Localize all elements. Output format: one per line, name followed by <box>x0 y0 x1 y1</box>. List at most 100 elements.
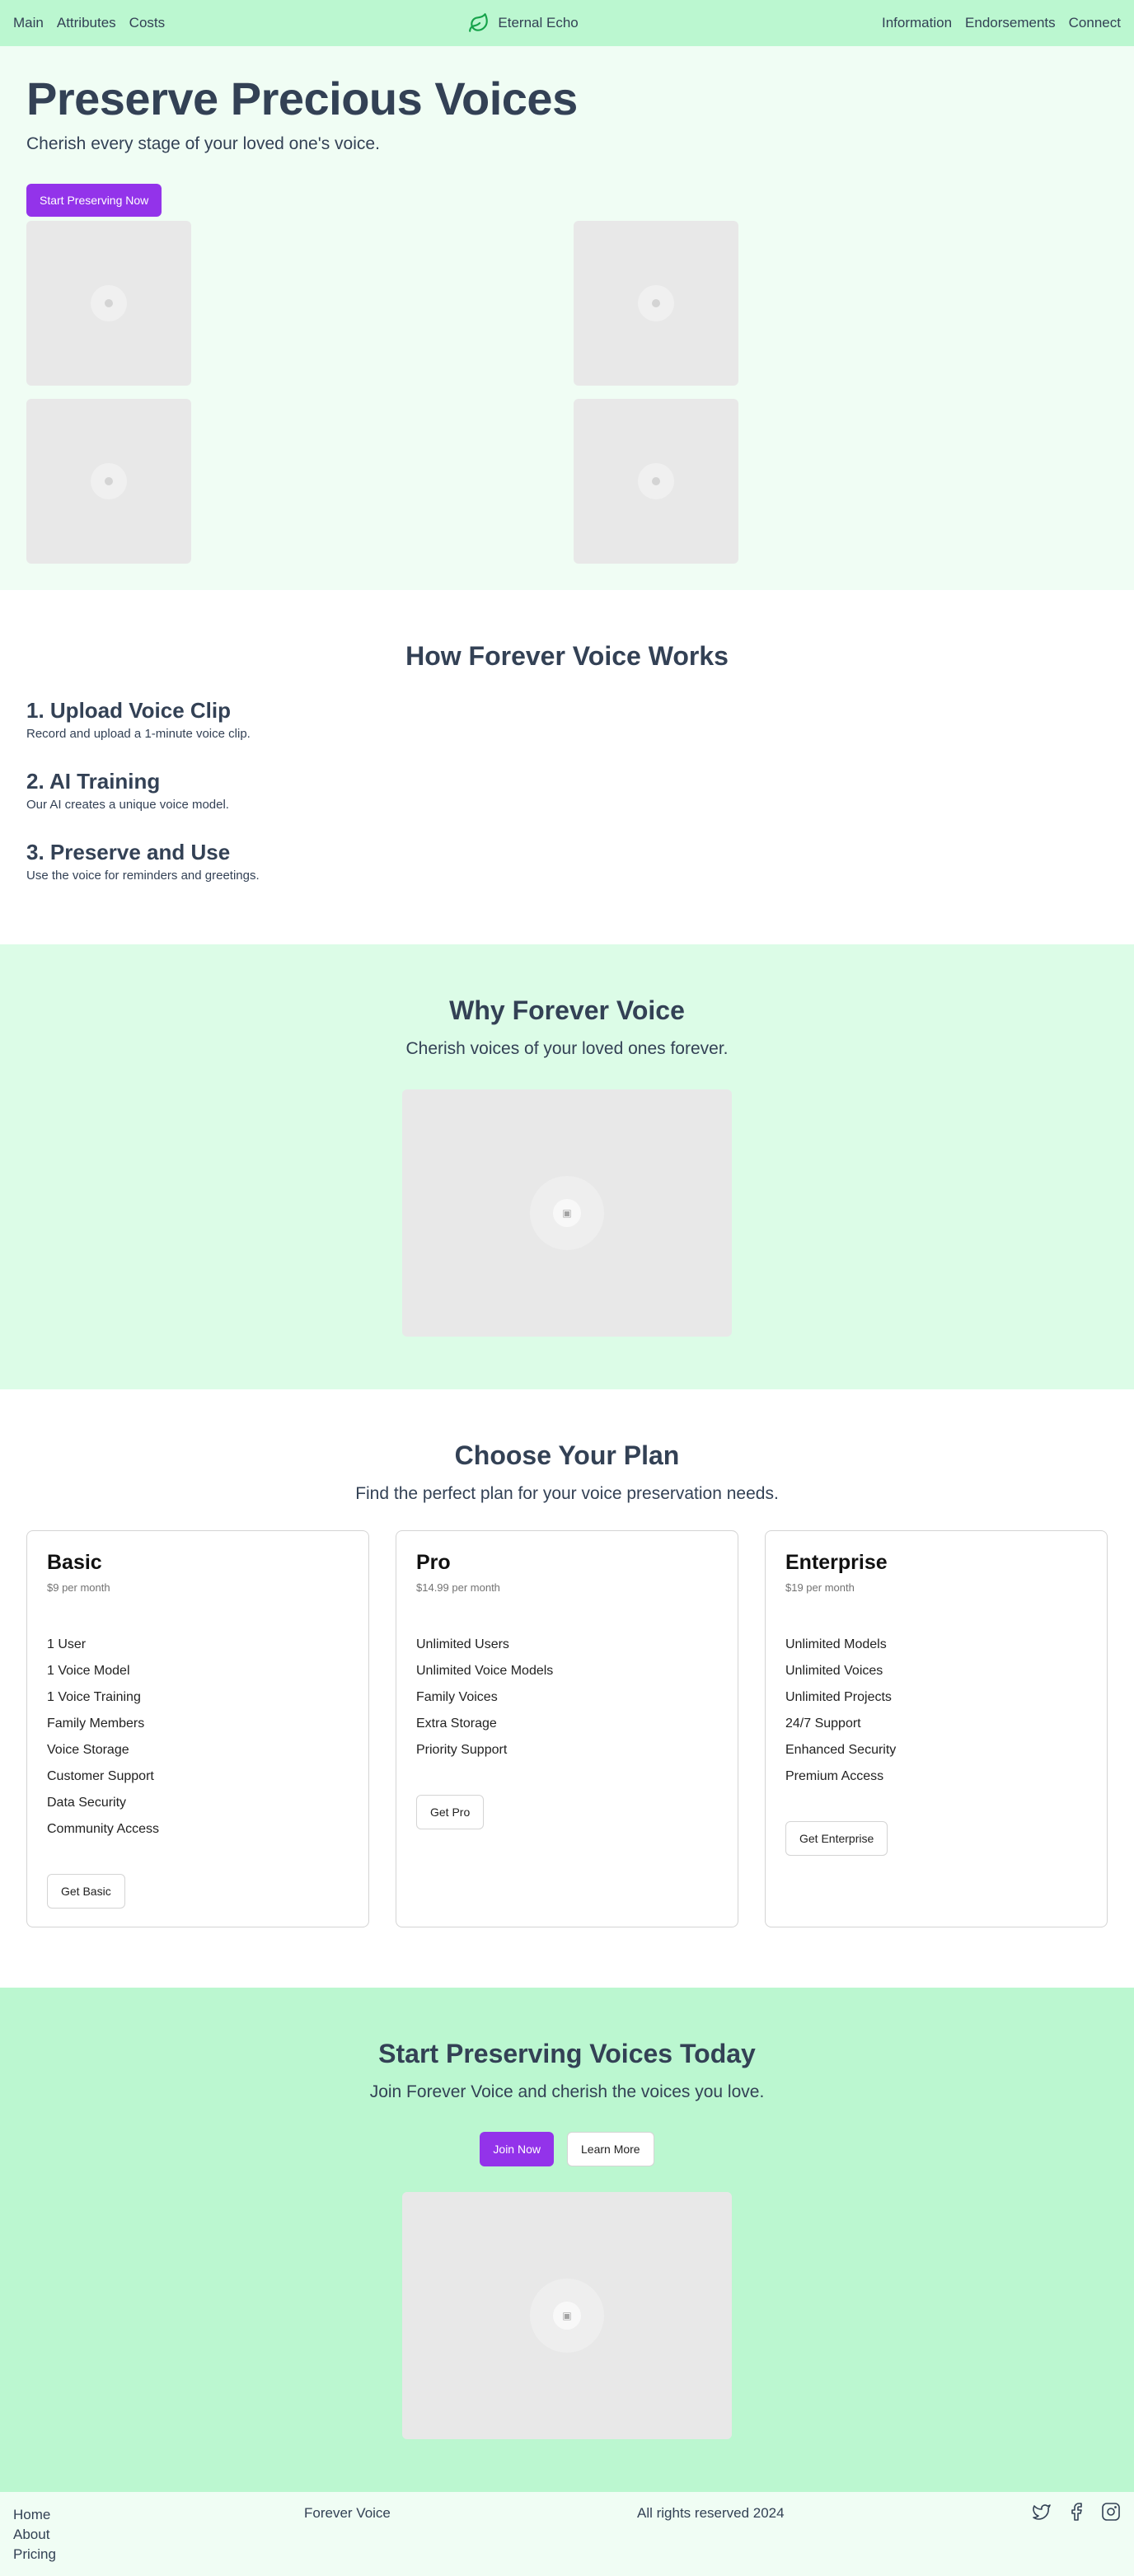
plan-feature: Unlimited Projects <box>785 1690 892 1704</box>
plan-cards: Basic $9 per month 1 User 1 Voice Model … <box>0 1530 1134 1927</box>
step-item: 2. AI Training Our AI creates a unique v… <box>26 769 1108 812</box>
step-text: Record and upload a 1-minute voice clip. <box>26 727 251 741</box>
plan-features: Unlimited Models Unlimited Voices Unlimi… <box>785 1632 1087 1790</box>
hero-image-placeholder-4 <box>574 399 738 564</box>
plan-feature: 1 Voice Training <box>47 1690 141 1704</box>
plan-feature: 24/7 Support <box>785 1717 861 1731</box>
plan-feature: Enhanced Security <box>785 1743 897 1757</box>
hero-image-placeholder-3 <box>26 399 191 564</box>
pricing-section: Choose Your Plan Find the perfect plan f… <box>0 1389 1134 1988</box>
plans-title: Choose Your Plan <box>454 1440 680 1470</box>
social-links <box>1032 2502 1121 2522</box>
nav-left-links: Main Attributes Costs <box>13 15 165 31</box>
plan-feature: Unlimited Models <box>785 1637 887 1651</box>
footer-brand: Forever Voice <box>304 2505 391 2521</box>
join-now-button[interactable]: Join Now <box>480 2132 554 2166</box>
instagram-icon[interactable] <box>1101 2502 1121 2522</box>
plan-card-enterprise: Enterprise $19 per month Unlimited Model… <box>765 1530 1108 1927</box>
brand[interactable]: Eternal Echo <box>468 12 579 34</box>
brand-name: Eternal Echo <box>498 15 579 30</box>
plan-features: 1 User 1 Voice Model 1 Voice Training Fa… <box>47 1632 349 1843</box>
plan-card-pro: Pro $14.99 per month Unlimited Users Unl… <box>396 1530 738 1927</box>
plan-feature: Community Access <box>47 1822 160 1836</box>
step-title: 1. Upload Voice Clip <box>26 698 232 723</box>
nav-link-information[interactable]: Information <box>882 15 952 31</box>
plans-subtitle: Find the perfect plan for your voice pre… <box>355 1484 779 1503</box>
plan-feature: Customer Support <box>47 1769 154 1783</box>
plan-feature: Family Members <box>47 1717 145 1731</box>
plan-price: $14.99 per month <box>416 1581 500 1594</box>
twitter-icon[interactable] <box>1032 2502 1052 2522</box>
plan-card-basic: Basic $9 per month 1 User 1 Voice Model … <box>26 1530 369 1927</box>
cta-title: Start Preserving Voices Today <box>378 2039 756 2068</box>
copyright-text: All rights reserved 2024 <box>637 2505 785 2521</box>
top-nav: Main Attributes Costs Eternal Echo Infor… <box>0 0 1134 46</box>
step-text: Use the voice for reminders and greeting… <box>26 869 260 883</box>
plan-feature: Unlimited Users <box>416 1637 509 1651</box>
why-title: Why Forever Voice <box>449 995 685 1025</box>
get-enterprise-button[interactable]: Get Enterprise <box>785 1821 888 1856</box>
image-placeholder-icon <box>638 463 674 499</box>
step-item: 3. Preserve and Use Use the voice for re… <box>26 840 1108 883</box>
hero-subtitle: Cherish every stage of your loved one's … <box>26 133 380 153</box>
plan-name: Enterprise <box>785 1551 888 1574</box>
image-placeholder-ring: ▣ <box>530 2279 604 2353</box>
plan-feature: Unlimited Voices <box>785 1664 883 1678</box>
cta-image-placeholder: ▣ <box>402 2192 732 2439</box>
learn-more-button[interactable]: Learn More <box>567 2132 654 2166</box>
plan-feature: 1 User <box>47 1637 87 1651</box>
footer-link-about[interactable]: About <box>13 2525 1121 2545</box>
plan-feature: Data Security <box>47 1796 127 1810</box>
image-placeholder-icon <box>91 463 127 499</box>
hero-image-placeholder-2 <box>574 221 738 386</box>
hero-title: Preserve Precious Voices <box>26 73 578 124</box>
hero-image-placeholder-1 <box>26 221 191 386</box>
image-icon: ▣ <box>553 1199 581 1227</box>
plan-feature: Extra Storage <box>416 1717 497 1731</box>
nav-link-main[interactable]: Main <box>13 15 44 31</box>
get-basic-button[interactable]: Get Basic <box>47 1874 125 1909</box>
image-icon: ▣ <box>553 2302 581 2330</box>
step-item: 1. Upload Voice Clip Record and upload a… <box>26 698 1108 741</box>
plan-feature: Family Voices <box>416 1690 498 1704</box>
cta-subtitle: Join Forever Voice and cherish the voice… <box>369 2082 765 2101</box>
image-placeholder-ring: ▣ <box>530 1176 604 1250</box>
footer-link-pricing[interactable]: Pricing <box>13 2545 1121 2564</box>
plan-name: Pro <box>416 1551 451 1574</box>
image-placeholder-icon <box>91 285 127 321</box>
nav-link-attributes[interactable]: Attributes <box>57 15 116 31</box>
steps-list: 1. Upload Voice Clip Record and upload a… <box>0 698 1134 883</box>
nav-link-costs[interactable]: Costs <box>129 15 165 31</box>
plan-price: $9 per month <box>47 1581 110 1594</box>
how-title: How Forever Voice Works <box>405 641 729 671</box>
footer-link-home[interactable]: Home <box>13 2505 1121 2525</box>
step-title: 2. AI Training <box>26 769 161 794</box>
get-pro-button[interactable]: Get Pro <box>416 1795 485 1829</box>
plan-feature: Premium Access <box>785 1769 884 1783</box>
plan-feature: Unlimited Voice Models <box>416 1664 554 1678</box>
nav-link-connect[interactable]: Connect <box>1069 15 1121 31</box>
leaf-icon <box>469 13 489 32</box>
image-placeholder-icon <box>638 285 674 321</box>
why-section: Why Forever Voice Cherish voices of your… <box>0 944 1134 1389</box>
cta-buttons: Join Now Learn More <box>0 2132 1134 2166</box>
step-text: Our AI creates a unique voice model. <box>26 798 229 812</box>
why-subtitle: Cherish voices of your loved ones foreve… <box>405 1039 729 1058</box>
facebook-icon[interactable] <box>1066 2502 1086 2522</box>
start-preserving-button[interactable]: Start Preserving Now <box>26 183 162 217</box>
hero-section: Preserve Precious Voices Cherish every s… <box>0 46 1134 590</box>
footer-links: Home About Pricing <box>13 2505 1121 2564</box>
nav-link-endorsements[interactable]: Endorsements <box>965 15 1056 31</box>
plan-name: Basic <box>47 1551 102 1574</box>
nav-right-links: Information Endorsements Connect <box>882 15 1121 31</box>
plan-feature: 1 Voice Model <box>47 1664 130 1678</box>
step-title: 3. Preserve and Use <box>26 840 231 864</box>
plan-features: Unlimited Users Unlimited Voice Models F… <box>416 1632 718 1763</box>
how-it-works-section: How Forever Voice Works 1. Upload Voice … <box>0 590 1134 944</box>
footer: Home About Pricing Forever Voice All rig… <box>0 2492 1134 2576</box>
plan-feature: Voice Storage <box>47 1743 129 1757</box>
plan-feature: Priority Support <box>416 1743 508 1757</box>
why-image-placeholder: ▣ <box>402 1089 732 1337</box>
cta-section: Start Preserving Voices Today Join Forev… <box>0 1988 1134 2492</box>
plan-price: $19 per month <box>785 1581 855 1594</box>
